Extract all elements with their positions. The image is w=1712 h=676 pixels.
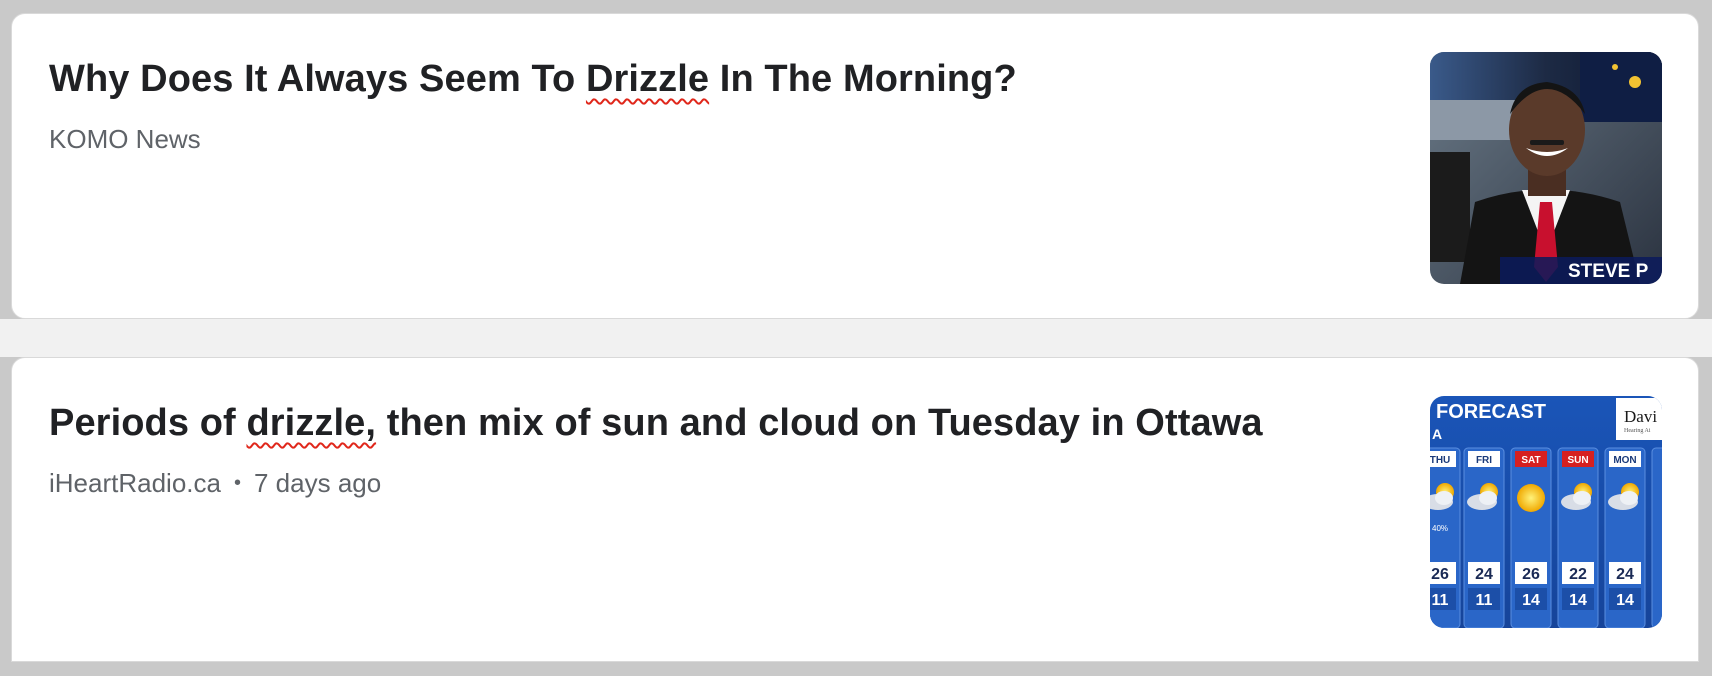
news-card-komo[interactable]: Why Does It Always Seem To Drizzle In Th… [11, 13, 1699, 319]
forecast-high: 24 [1475, 566, 1493, 583]
sponsor-logo: Davi [1624, 407, 1657, 426]
precip-chance: 40% [1432, 524, 1448, 533]
thumbnail-caption: STEVE P [1568, 261, 1649, 282]
article-source: KOMO News [49, 124, 201, 154]
forecast-day-column: FRI 24 11 [1463, 447, 1505, 628]
forecast-day-label: FRI [1476, 455, 1492, 466]
forecast-low: 14 [1569, 592, 1587, 609]
article-thumbnail[interactable]: FORECAST A Davi Hearing Ai THU 26 11 FRI 24 1… [1430, 396, 1662, 628]
meta-separator: • [233, 472, 241, 494]
forecast-high: 24 [1616, 566, 1634, 583]
headline-text: Periods of [49, 402, 247, 444]
forecast-day-column: SAT 26 14 [1510, 447, 1552, 628]
forecast-high: 22 [1569, 566, 1587, 583]
card-gap [0, 319, 1712, 357]
article-meta: iHeartRadio.ca • 7 days ago [49, 468, 381, 499]
forecast-day-label: MON [1613, 455, 1636, 466]
forecast-image: FORECAST A Davi Hearing Ai THU 26 11 FRI 24 1… [1430, 396, 1662, 628]
article-source: iHeartRadio.ca [49, 468, 221, 498]
forecast-high: 26 [1522, 566, 1540, 583]
forecast-low: 11 [1432, 592, 1449, 609]
headline-text: In The Morning? [709, 58, 1017, 100]
forecast-day-column: MON 24 14 [1604, 447, 1646, 628]
news-anchor-image: STEVE P [1430, 52, 1662, 284]
article-thumbnail[interactable]: STEVE P [1430, 52, 1662, 284]
article-meta: KOMO News [49, 124, 201, 155]
spellcheck-highlight: drizzle, [246, 402, 377, 444]
forecast-title: FORECAST [1436, 401, 1546, 423]
forecast-high: 26 [1431, 566, 1449, 583]
news-card-iheartradio[interactable]: Periods of drizzle, then mix of sun and … [11, 357, 1699, 662]
headline-text: Why Does It Always Seem To [49, 58, 586, 100]
forecast-low: 11 [1476, 592, 1493, 609]
sponsor-tagline: Hearing Ai [1624, 428, 1651, 434]
forecast-subtitle: A [1432, 426, 1442, 442]
forecast-day-label: THU [1430, 455, 1450, 466]
article-headline[interactable]: Why Does It Always Seem To Drizzle In Th… [49, 58, 1017, 101]
forecast-low: 14 [1616, 592, 1634, 609]
forecast-day-label: SAT [1521, 455, 1540, 466]
forecast-day-label: SUN [1567, 455, 1588, 466]
headline-text: then mix of sun and cloud on Tuesday in … [376, 402, 1263, 444]
article-time: 7 days ago [254, 468, 382, 498]
forecast-days: THU 26 11 FRI 24 11 SAT 26 14 SUN 22 14 MON 24 14 [1430, 447, 1662, 628]
article-headline[interactable]: Periods of drizzle, then mix of sun and … [49, 402, 1263, 445]
sun-icon [1517, 484, 1545, 512]
forecast-day-column: SUN 22 14 [1557, 447, 1599, 628]
spellcheck-highlight: Drizzle [585, 58, 710, 100]
forecast-low: 14 [1522, 592, 1540, 609]
forecast-day-column: THU 26 11 [1430, 447, 1461, 628]
